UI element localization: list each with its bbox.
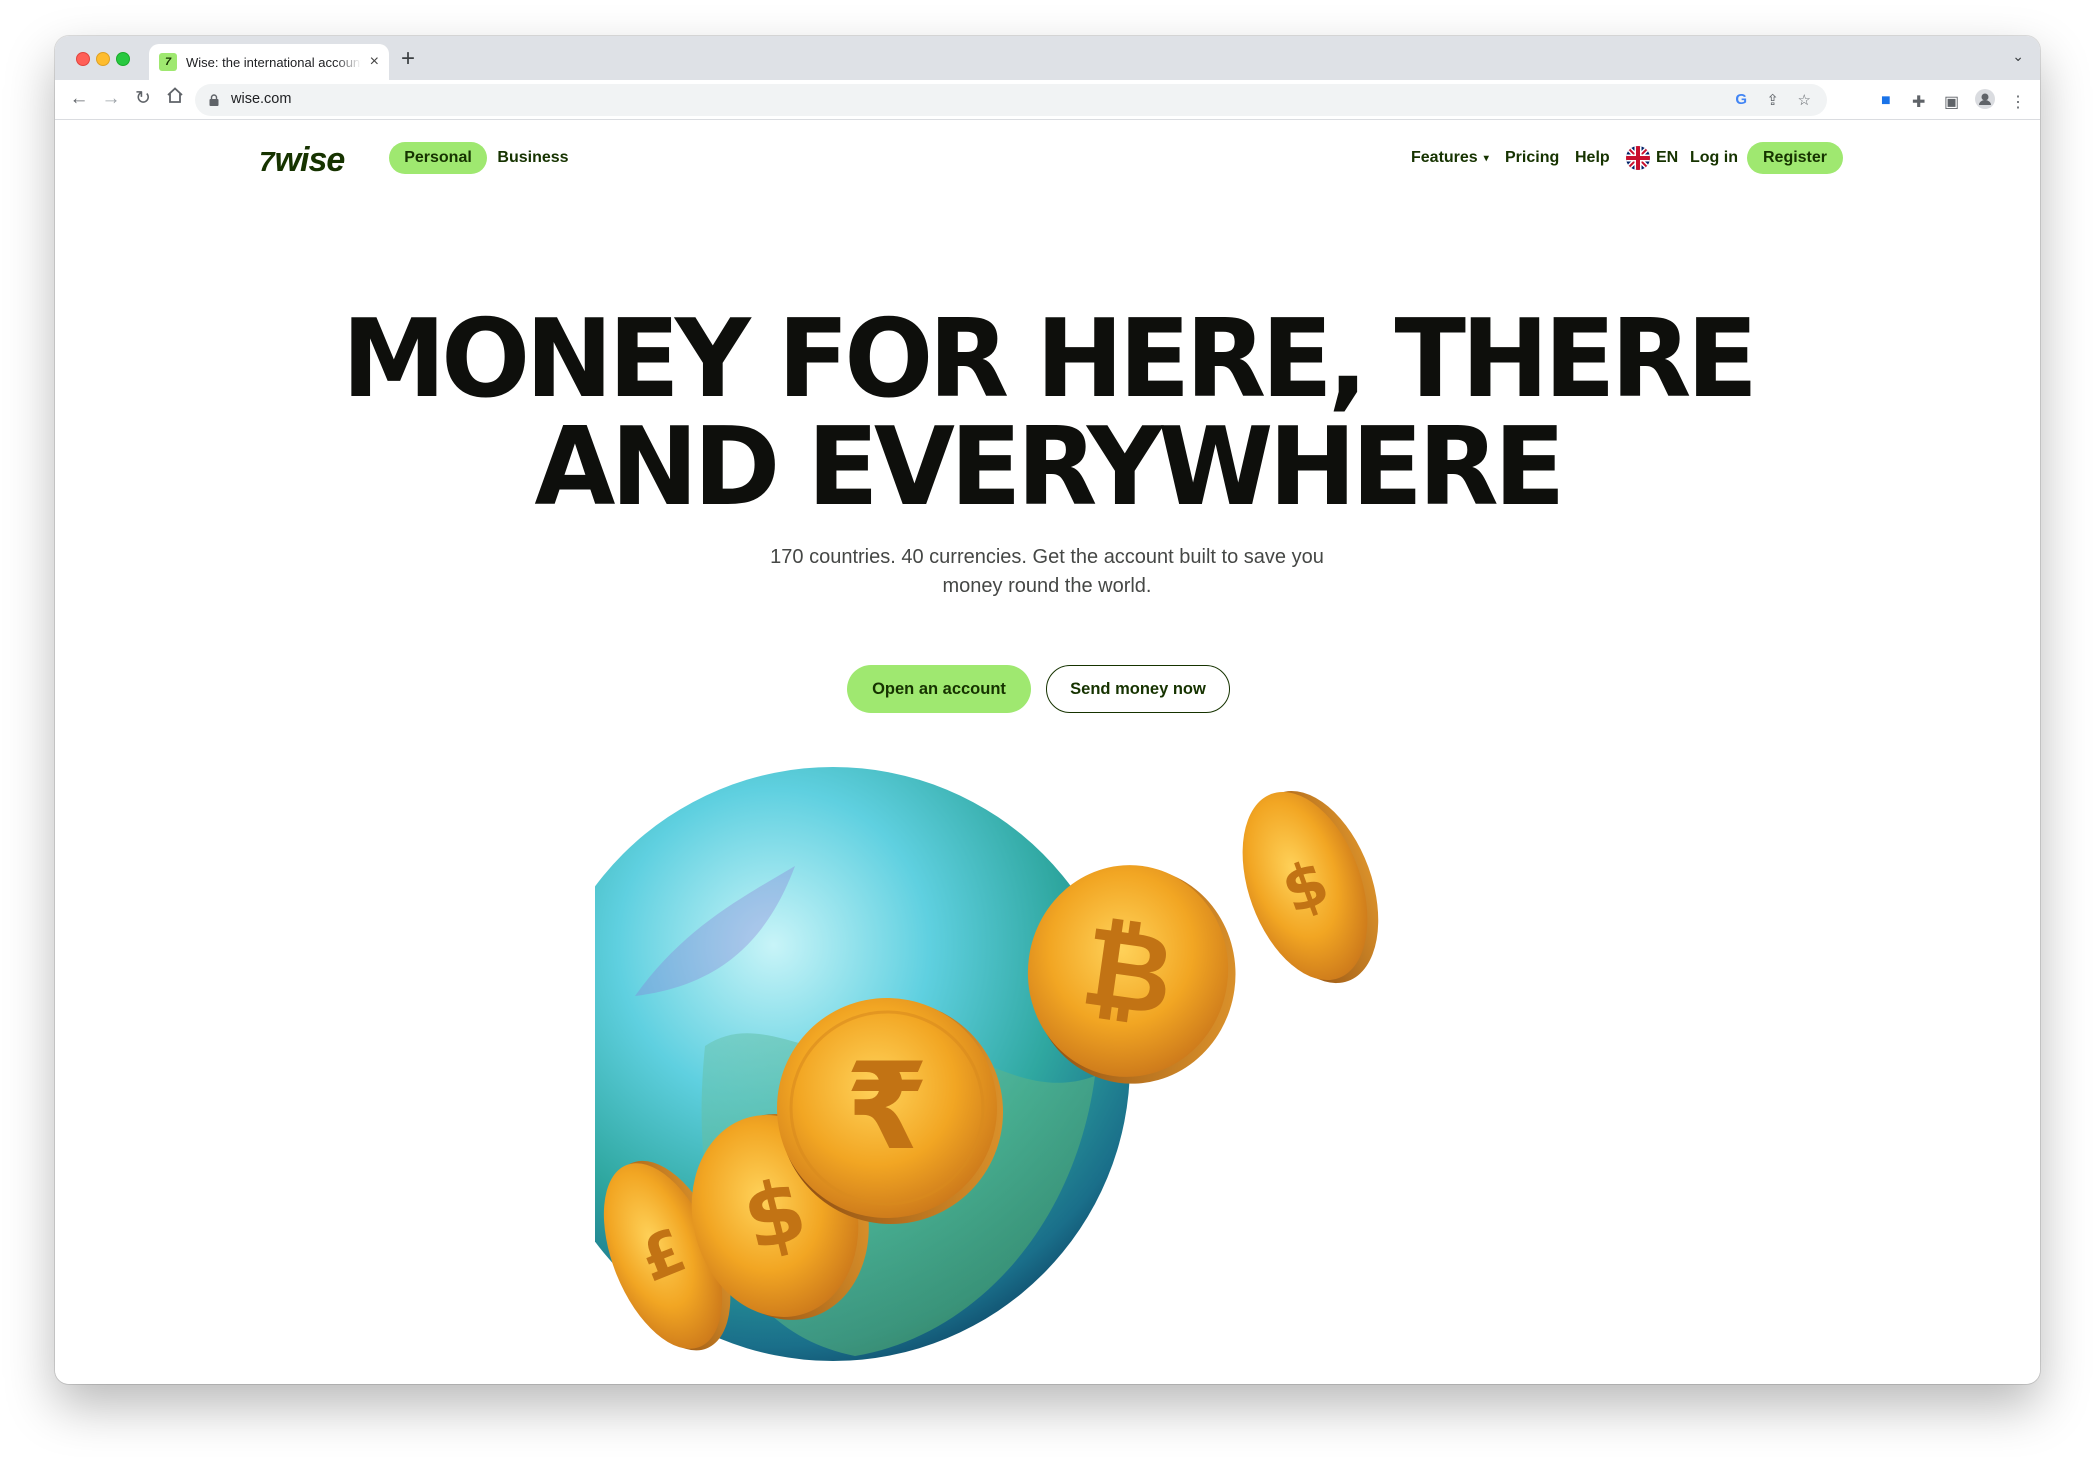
features-label: Features (1411, 149, 1478, 166)
send-money-button[interactable]: Send money now (1046, 665, 1230, 713)
tab-close-icon[interactable]: × (370, 52, 379, 72)
pricing-link[interactable]: Pricing (1505, 142, 1559, 174)
tab-search-chevron-icon[interactable]: ⌄ (2012, 48, 2024, 65)
logo-wordmark: wise (274, 141, 346, 179)
uk-flag-icon (1626, 146, 1650, 170)
coin-rupee: ₹ (777, 998, 1003, 1224)
forward-icon[interactable]: → (99, 88, 123, 110)
back-icon[interactable]: ← (67, 88, 91, 110)
hero-title: MONEY FOR HERE, THERE AND EVERYWHERE (85, 306, 2010, 522)
register-button[interactable]: Register (1747, 142, 1843, 174)
wise-logo[interactable]: 7wise (259, 141, 346, 180)
profile-avatar-icon[interactable] (1975, 89, 1995, 114)
browser-toolbar: ← → ↻ wise.com G ⇪ ☆ ■ ✚ ▣ ⋮ (55, 80, 2040, 120)
business-tab[interactable]: Business (492, 142, 574, 174)
language-selector[interactable]: EN (1626, 142, 1678, 174)
wise-homepage: 7wise Personal Business Features ▾ Prici… (55, 121, 2040, 1384)
personal-tab[interactable]: Personal (389, 142, 487, 174)
wise-favicon-icon: 7 (159, 53, 177, 71)
open-account-button[interactable]: Open an account (847, 665, 1031, 713)
google-icon[interactable]: G (1735, 91, 1747, 108)
home-icon[interactable] (163, 86, 187, 110)
url-text: wise.com (231, 91, 292, 107)
help-link[interactable]: Help (1575, 142, 1610, 174)
browser-tab[interactable]: 7 Wise: the international account × (149, 44, 389, 80)
minimize-window-button[interactable] (96, 52, 110, 66)
reload-icon[interactable]: ↻ (131, 88, 155, 110)
hero-subtitle: 170 countries. 40 currencies. Get the ac… (770, 546, 1324, 597)
coin-rupee-label: ₹ (845, 1038, 929, 1177)
maximize-window-button[interactable] (116, 52, 130, 66)
tab-title: Wise: the international account (186, 54, 361, 70)
features-menu[interactable]: Features ▾ (1411, 142, 1489, 174)
close-window-button[interactable] (76, 52, 90, 66)
bookmark-star-icon[interactable]: ☆ (1798, 91, 1811, 109)
hero-title-line-2: AND EVERYWHERE (534, 405, 1565, 530)
share-icon[interactable]: ⇪ (1766, 91, 1779, 109)
tab-strip: 7 Wise: the international account × + ⌄ (55, 36, 2040, 80)
coin-currency-far-right: $ (1242, 790, 1379, 984)
browser-menu-icon[interactable]: ⋮ (2010, 92, 2026, 112)
wise-flag-icon: 7 (259, 146, 275, 177)
caret-down-icon: ▾ (1483, 152, 1489, 164)
language-label: EN (1656, 149, 1679, 166)
extensions-puzzle-icon[interactable]: ✚ (1912, 92, 1925, 112)
globe-coins-illustration: £ $ ₹ ₿ $ (595, 767, 1379, 1361)
login-link[interactable]: Log in (1690, 142, 1738, 174)
new-tab-button[interactable]: + (401, 44, 415, 74)
hero-title-line-1: MONEY FOR HERE, THERE (341, 297, 1758, 422)
extension-icon[interactable]: ■ (1881, 92, 1891, 110)
coin-bitcoin-label: ₿ (1075, 901, 1182, 1040)
address-bar[interactable]: wise.com G ⇪ ☆ (195, 84, 1827, 116)
side-panel-icon[interactable]: ▣ (1944, 92, 1959, 112)
lock-icon (209, 94, 219, 106)
browser-window: 7 Wise: the international account × + ⌄ … (55, 36, 2040, 1384)
